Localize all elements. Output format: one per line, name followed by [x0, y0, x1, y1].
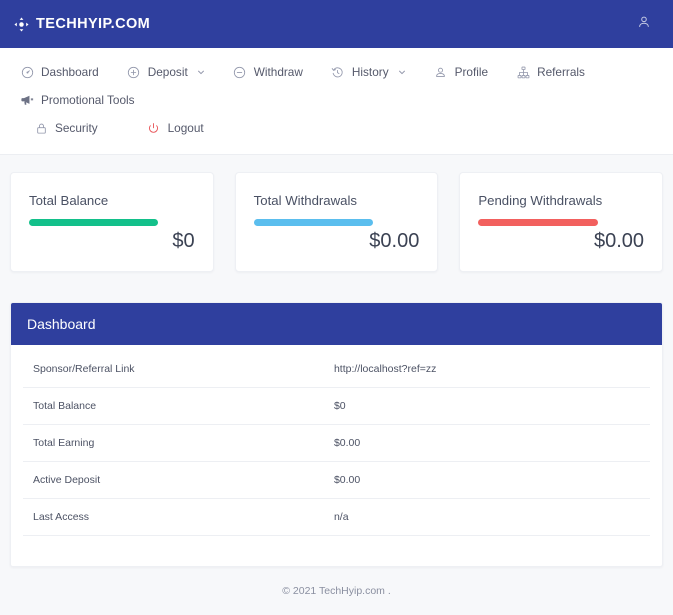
- page-footer: © 2021 TechHyip.com .: [282, 585, 391, 597]
- progress-track: [478, 219, 644, 226]
- nav-item-profile[interactable]: Profile: [420, 58, 502, 86]
- dashboard-circle-icon: [20, 65, 34, 79]
- row-value: $0: [333, 400, 346, 412]
- minus-circle-icon: [233, 65, 247, 79]
- nav-item-dashboard[interactable]: Dashboard: [6, 58, 113, 86]
- nav-item-referrals[interactable]: Referrals: [502, 58, 599, 86]
- nav-item-security[interactable]: Security: [20, 114, 112, 142]
- row-value: n/a: [333, 511, 349, 523]
- main-navigation: Dashboard Deposit Withdraw History Profi…: [0, 48, 673, 155]
- nav-label: Security: [55, 121, 98, 135]
- progress-track: [29, 219, 195, 226]
- dashboard-panel-wrapper: Dashboard Sponsor/Referral Link http://lo…: [0, 272, 673, 567]
- chevron-down-icon: [398, 68, 406, 76]
- account-summary-table: Sponsor/Referral Link http://localhost?re…: [23, 351, 650, 536]
- nav-label: Referrals: [537, 65, 585, 79]
- progress-fill: [253, 219, 373, 226]
- nav-item-logout[interactable]: Logout: [133, 114, 218, 142]
- user-icon: [637, 15, 651, 34]
- network-diagram-icon: [516, 65, 530, 79]
- row-value: $0.00: [333, 437, 361, 449]
- table-row: Total Earning $0.00: [23, 425, 650, 462]
- nav-row-secondary: Security Logout: [6, 114, 667, 142]
- chevron-down-icon: [197, 68, 205, 76]
- move-crosshair-icon: [14, 16, 29, 32]
- nav-label: Logout: [167, 121, 204, 135]
- card-value: $0: [172, 230, 195, 252]
- row-key: Active Deposit: [33, 474, 101, 486]
- stat-card-total-balance: Total Balance $0: [10, 172, 214, 272]
- card-title: Total Balance: [29, 193, 109, 208]
- row-key: Last Access: [33, 511, 90, 523]
- stat-cards: Total Balance $0 Total Withdrawals $0.00…: [0, 155, 673, 272]
- person-icon: [434, 65, 448, 79]
- nav-item-history[interactable]: History: [317, 58, 420, 86]
- row-key: Sponsor/Referral Link: [33, 363, 135, 375]
- nav-row: Dashboard Deposit Withdraw History Profi…: [6, 58, 667, 114]
- table-row: Sponsor/Referral Link http://localhost?re…: [23, 351, 650, 388]
- row-value: $0.00: [333, 474, 361, 486]
- nav-item-withdraw[interactable]: Withdraw: [219, 58, 317, 86]
- card-value: $0.00: [369, 230, 420, 252]
- nav-label: Promotional Tools: [41, 93, 135, 107]
- top-brand-bar: TECHHYIP.COM: [0, 0, 673, 48]
- stat-card-total-withdrawals: Total Withdrawals $0.00: [234, 172, 439, 272]
- table-row: Total Balance $0: [23, 388, 650, 425]
- clock-history-icon: [331, 65, 345, 79]
- megaphone-icon: [20, 93, 34, 107]
- card-value: $0.00: [593, 230, 645, 252]
- table-row: Active Deposit $0.00: [23, 462, 650, 499]
- nav-label: Withdraw: [253, 65, 303, 79]
- progress-fill: [29, 219, 159, 226]
- progress-track: [253, 219, 420, 226]
- power-icon: [147, 121, 161, 135]
- dashboard-page: TECHHYIP.COM Dashboard Deposit Withdraw …: [0, 0, 673, 615]
- nav-label: Profile: [454, 65, 489, 79]
- nav-item-promotional-tools[interactable]: Promotional Tools: [6, 86, 149, 114]
- nav-label: History: [351, 65, 389, 79]
- nav-item-deposit[interactable]: Deposit: [113, 58, 219, 86]
- row-value: http://localhost?ref=zz: [333, 363, 437, 375]
- lock-icon: [34, 121, 48, 135]
- row-key: Total Balance: [33, 400, 97, 412]
- panel-body: Sponsor/Referral Link http://localhost?re…: [11, 345, 662, 566]
- brand-text: TECHHYIP.COM: [36, 16, 151, 32]
- card-title: Total Withdrawals: [253, 193, 358, 208]
- nav-label: Dashboard: [41, 65, 99, 79]
- plus-circle-icon: [127, 65, 141, 79]
- panel-title: Dashboard: [11, 303, 662, 345]
- user-menu-button[interactable]: [633, 13, 655, 35]
- dashboard-panel: Dashboard Sponsor/Referral Link http://lo…: [10, 302, 663, 567]
- progress-fill: [478, 219, 598, 226]
- row-key: Total Earning: [33, 437, 95, 449]
- card-title: Pending Withdrawals: [478, 193, 603, 208]
- nav-label: Deposit: [147, 65, 188, 79]
- brand-logo[interactable]: TECHHYIP.COM: [14, 16, 150, 32]
- stat-card-pending-withdrawals: Pending Withdrawals $0.00: [459, 172, 664, 272]
- table-row: Last Access n/a: [23, 499, 650, 536]
